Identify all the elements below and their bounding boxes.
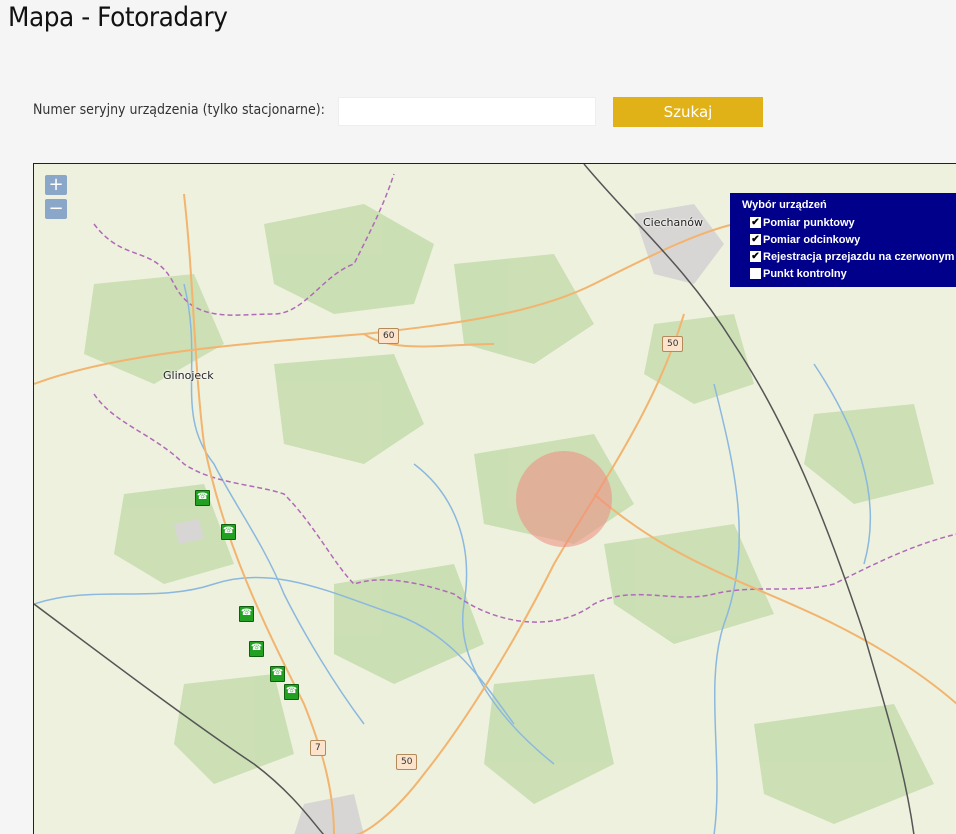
search-radius-circle <box>516 451 612 547</box>
speed-camera-icon[interactable]: ☎ <box>239 606 254 622</box>
speed-camera-icon[interactable]: ☎ <box>249 641 264 657</box>
page-title: Mapa - Fotoradary <box>8 2 228 33</box>
search-button[interactable]: Szukaj <box>613 97 763 127</box>
speed-camera-icon[interactable]: ☎ <box>270 666 285 682</box>
speed-camera-icon[interactable]: ☎ <box>284 684 299 700</box>
map[interactable]: + − Ciechanów Glinojeck 60 50 7 50 ☎ ☎ ☎… <box>33 163 956 834</box>
filter-section-speed-label: Pomiar odcinkowy <box>763 233 861 246</box>
filter-point-speed-label: Pomiar punktowy <box>763 216 855 229</box>
road-shield-50: 50 <box>662 336 684 352</box>
zoom-in-button[interactable]: + <box>45 175 67 195</box>
checkbox-checkpoint[interactable] <box>750 268 761 279</box>
filter-checkpoint[interactable]: Punkt kontrolny <box>750 265 956 282</box>
town-label-ciechanow: Ciechanów <box>643 216 703 229</box>
road-shield-50-south: 50 <box>396 754 418 770</box>
checkbox-section-speed[interactable]: ✔ <box>750 234 761 245</box>
filter-point-speed[interactable]: ✔ Pomiar punktowy <box>750 214 956 231</box>
filter-section-speed[interactable]: ✔ Pomiar odcinkowy <box>750 231 956 248</box>
filter-red-light-label: Rejestracja przejazdu na czerwonym świet… <box>763 250 956 263</box>
serial-number-label: Numer seryjny urządzenia (tylko stacjona… <box>33 102 325 118</box>
checkbox-point-speed[interactable]: ✔ <box>750 217 761 228</box>
speed-camera-icon[interactable]: ☎ <box>195 490 210 506</box>
speed-camera-icon[interactable]: ☎ <box>221 524 236 540</box>
serial-number-input[interactable] <box>338 97 596 126</box>
checkbox-red-light[interactable]: ✔ <box>750 251 761 262</box>
road-shield-60: 60 <box>378 328 400 344</box>
device-filter-panel: Wybór urządzeń ✔ Pomiar punktowy ✔ Pomia… <box>730 193 956 287</box>
device-filter-title: Wybór urządzeń <box>742 199 827 211</box>
zoom-out-button[interactable]: − <box>45 199 67 219</box>
filter-red-light[interactable]: ✔ Rejestracja przejazdu na czerwonym świ… <box>750 248 956 265</box>
filter-checkpoint-label: Punkt kontrolny <box>763 267 847 280</box>
town-label-glinojeck: Glinojeck <box>163 369 214 382</box>
road-shield-7: 7 <box>310 740 326 756</box>
